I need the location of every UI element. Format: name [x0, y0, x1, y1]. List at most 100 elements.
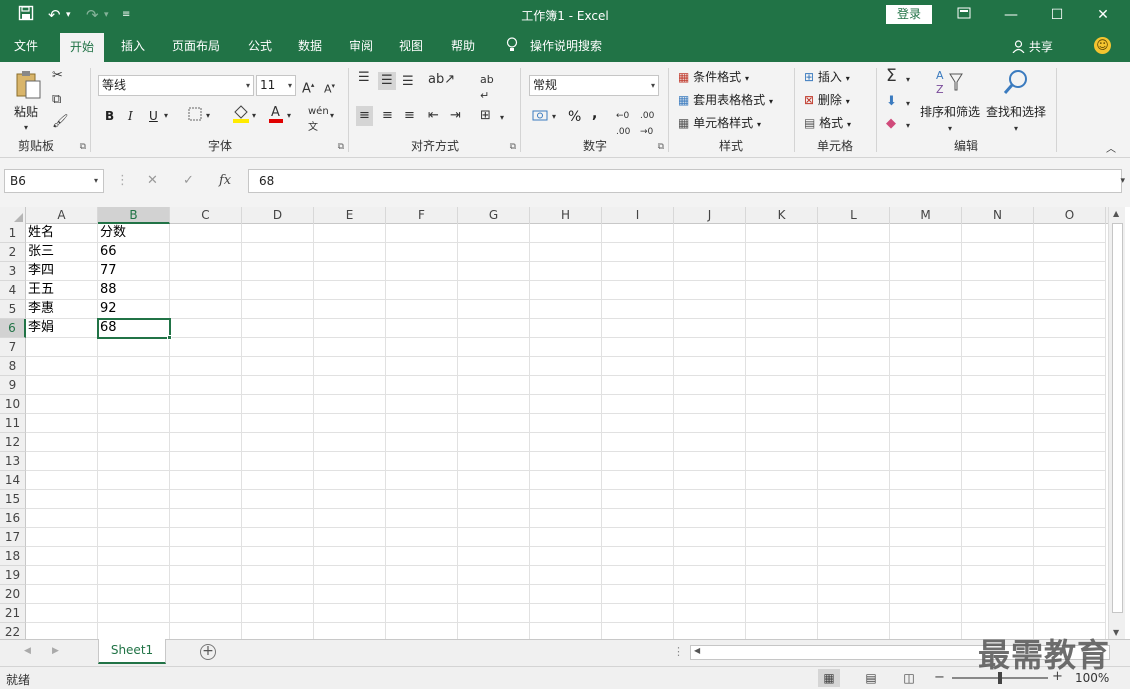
- cell-g12[interactable]: [458, 433, 530, 452]
- decrease-indent-icon[interactable]: ⇤: [428, 108, 439, 124]
- copy-icon[interactable]: ⧉: [52, 92, 61, 108]
- cell-b10[interactable]: [98, 395, 170, 414]
- find-select-label[interactable]: 查找和选择: [986, 104, 1046, 120]
- cell-k3[interactable]: [746, 262, 818, 281]
- cell-n9[interactable]: [962, 376, 1034, 395]
- find-select-dropdown-icon[interactable]: ▾: [1014, 121, 1018, 137]
- cell-o6[interactable]: [1034, 319, 1106, 338]
- cell-f4[interactable]: [386, 281, 458, 300]
- cell-o10[interactable]: [1034, 395, 1106, 414]
- cell-f11[interactable]: [386, 414, 458, 433]
- cell-o14[interactable]: [1034, 471, 1106, 490]
- cell-a18[interactable]: [26, 547, 98, 566]
- undo-dropdown-icon[interactable]: ▾: [66, 5, 71, 25]
- cell-n8[interactable]: [962, 357, 1034, 376]
- cell-c7[interactable]: [170, 338, 242, 357]
- cell-m19[interactable]: [890, 566, 962, 585]
- cell-g22[interactable]: [458, 623, 530, 639]
- cell-a3[interactable]: 李四: [26, 262, 98, 281]
- cell-f22[interactable]: [386, 623, 458, 639]
- column-header-k[interactable]: K: [746, 207, 818, 224]
- fill-dropdown-icon[interactable]: ▾: [906, 96, 910, 112]
- cell-m18[interactable]: [890, 547, 962, 566]
- cell-h12[interactable]: [530, 433, 602, 452]
- cell-b17[interactable]: [98, 528, 170, 547]
- feedback-smiley-icon[interactable]: ☺: [1094, 37, 1111, 54]
- merge-center-icon[interactable]: ⊞: [480, 108, 491, 124]
- row-header[interactable]: 1: [0, 224, 26, 243]
- cell-b6[interactable]: 68: [98, 319, 170, 338]
- cell-b18[interactable]: [98, 547, 170, 566]
- cell-m8[interactable]: [890, 357, 962, 376]
- undo-icon[interactable]: ↶: [48, 5, 61, 25]
- cell-n7[interactable]: [962, 338, 1034, 357]
- cell-h11[interactable]: [530, 414, 602, 433]
- cell-b4[interactable]: 88: [98, 281, 170, 300]
- cell-n1[interactable]: [962, 224, 1034, 243]
- cell-m22[interactable]: [890, 623, 962, 639]
- cell-o7[interactable]: [1034, 338, 1106, 357]
- cell-a5[interactable]: 李惠: [26, 300, 98, 319]
- cell-j2[interactable]: [674, 243, 746, 262]
- cell-m1[interactable]: [890, 224, 962, 243]
- cell-i1[interactable]: [602, 224, 674, 243]
- cell-a7[interactable]: [26, 338, 98, 357]
- cell-l15[interactable]: [818, 490, 890, 509]
- cell-l11[interactable]: [818, 414, 890, 433]
- cell-c1[interactable]: [170, 224, 242, 243]
- cell-a22[interactable]: [26, 623, 98, 639]
- cell-j7[interactable]: [674, 338, 746, 357]
- fill-handle[interactable]: [167, 335, 172, 340]
- normal-view-icon[interactable]: ▦: [818, 669, 840, 687]
- cell-o2[interactable]: [1034, 243, 1106, 262]
- cell-h22[interactable]: [530, 623, 602, 639]
- cell-i13[interactable]: [602, 452, 674, 471]
- tab-file[interactable]: 文件: [14, 37, 38, 55]
- increase-indent-icon[interactable]: ⇥: [450, 108, 461, 124]
- cell-e20[interactable]: [314, 585, 386, 604]
- cell-d22[interactable]: [242, 623, 314, 639]
- cell-f21[interactable]: [386, 604, 458, 623]
- cell-m15[interactable]: [890, 490, 962, 509]
- cell-b5[interactable]: 92: [98, 300, 170, 319]
- cell-l19[interactable]: [818, 566, 890, 585]
- cell-b14[interactable]: [98, 471, 170, 490]
- cell-n3[interactable]: [962, 262, 1034, 281]
- cell-n12[interactable]: [962, 433, 1034, 452]
- cell-d20[interactable]: [242, 585, 314, 604]
- cell-d17[interactable]: [242, 528, 314, 547]
- cell-j18[interactable]: [674, 547, 746, 566]
- formula-input[interactable]: 68 ▾: [248, 169, 1125, 193]
- maximize-icon[interactable]: ☐: [1034, 0, 1080, 30]
- cell-k8[interactable]: [746, 357, 818, 376]
- cell-j19[interactable]: [674, 566, 746, 585]
- cell-l16[interactable]: [818, 509, 890, 528]
- cell-d10[interactable]: [242, 395, 314, 414]
- number-launcher-icon[interactable]: ⧉: [658, 142, 664, 152]
- cell-k13[interactable]: [746, 452, 818, 471]
- cell-o12[interactable]: [1034, 433, 1106, 452]
- cell-n10[interactable]: [962, 395, 1034, 414]
- cell-f17[interactable]: [386, 528, 458, 547]
- cell-g3[interactable]: [458, 262, 530, 281]
- font-size-combo[interactable]: 11 ▾: [256, 75, 296, 96]
- cell-o13[interactable]: [1034, 452, 1106, 471]
- cell-h2[interactable]: [530, 243, 602, 262]
- cell-g6[interactable]: [458, 319, 530, 338]
- ribbon-display-options-icon[interactable]: [941, 0, 987, 30]
- cell-j11[interactable]: [674, 414, 746, 433]
- increase-font-size-icon[interactable]: A▴: [302, 77, 314, 97]
- cell-a12[interactable]: [26, 433, 98, 452]
- cell-k22[interactable]: [746, 623, 818, 639]
- next-sheet-icon[interactable]: ▶: [52, 646, 59, 656]
- cell-d16[interactable]: [242, 509, 314, 528]
- cell-g2[interactable]: [458, 243, 530, 262]
- cell-d2[interactable]: [242, 243, 314, 262]
- cell-c10[interactable]: [170, 395, 242, 414]
- row-header[interactable]: 3: [0, 262, 26, 281]
- cell-g5[interactable]: [458, 300, 530, 319]
- cell-b21[interactable]: [98, 604, 170, 623]
- column-header-e[interactable]: E: [314, 207, 386, 224]
- cell-e16[interactable]: [314, 509, 386, 528]
- cell-n2[interactable]: [962, 243, 1034, 262]
